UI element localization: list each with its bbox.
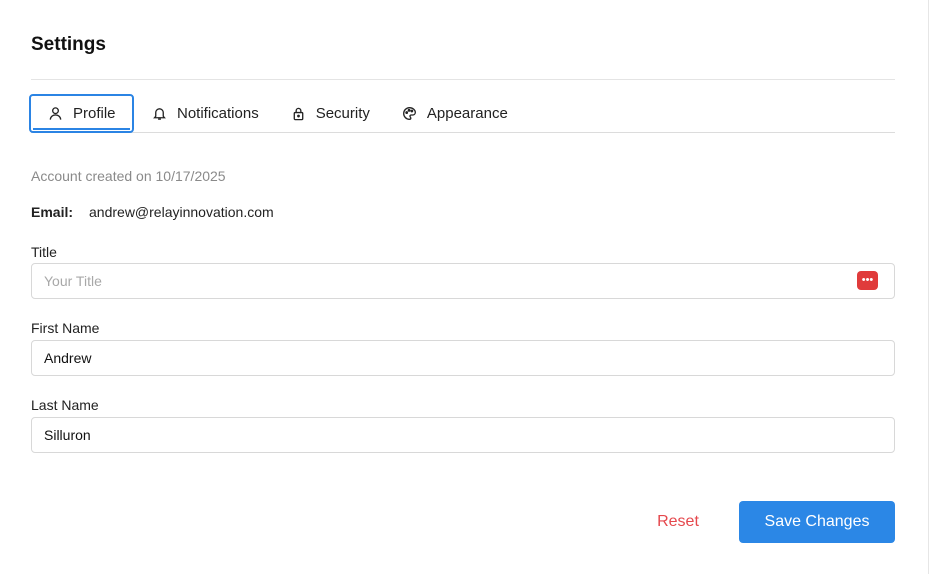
tab-label: Profile [73,105,116,122]
bell-icon [152,106,167,121]
settings-page: Settings Profile Notifications Security … [0,0,929,574]
last-name-input[interactable] [31,417,895,453]
settings-tabs: Profile Notifications Security Appearanc… [29,94,895,133]
tab-security[interactable]: Security [273,94,384,133]
last-name-label: Last Name [31,397,99,413]
page-title: Settings [31,34,106,55]
email-label: Email: [31,204,74,220]
lock-icon [291,106,306,121]
title-label: Title [31,244,57,260]
tab-notifications[interactable]: Notifications [134,94,273,133]
first-name-input[interactable] [31,340,895,376]
palette-icon [402,106,417,121]
reset-button[interactable]: Reset [640,501,716,543]
tab-appearance[interactable]: Appearance [384,94,522,133]
user-icon [48,106,63,121]
title-input[interactable] [31,263,895,299]
title-divider [31,79,895,80]
tab-profile[interactable]: Profile [29,94,134,133]
tab-label: Notifications [177,105,259,122]
account-created-text: Account created on 10/17/2025 [31,168,226,184]
password-manager-icon[interactable]: ••• [857,271,878,290]
save-changes-button[interactable]: Save Changes [739,501,895,543]
tab-label: Appearance [426,105,508,122]
email-row: Email: andrew@relayinnovation.com [31,204,274,220]
email-value: andrew@relayinnovation.com [89,204,274,220]
first-name-label: First Name [31,320,100,336]
tab-label: Security [315,105,370,122]
